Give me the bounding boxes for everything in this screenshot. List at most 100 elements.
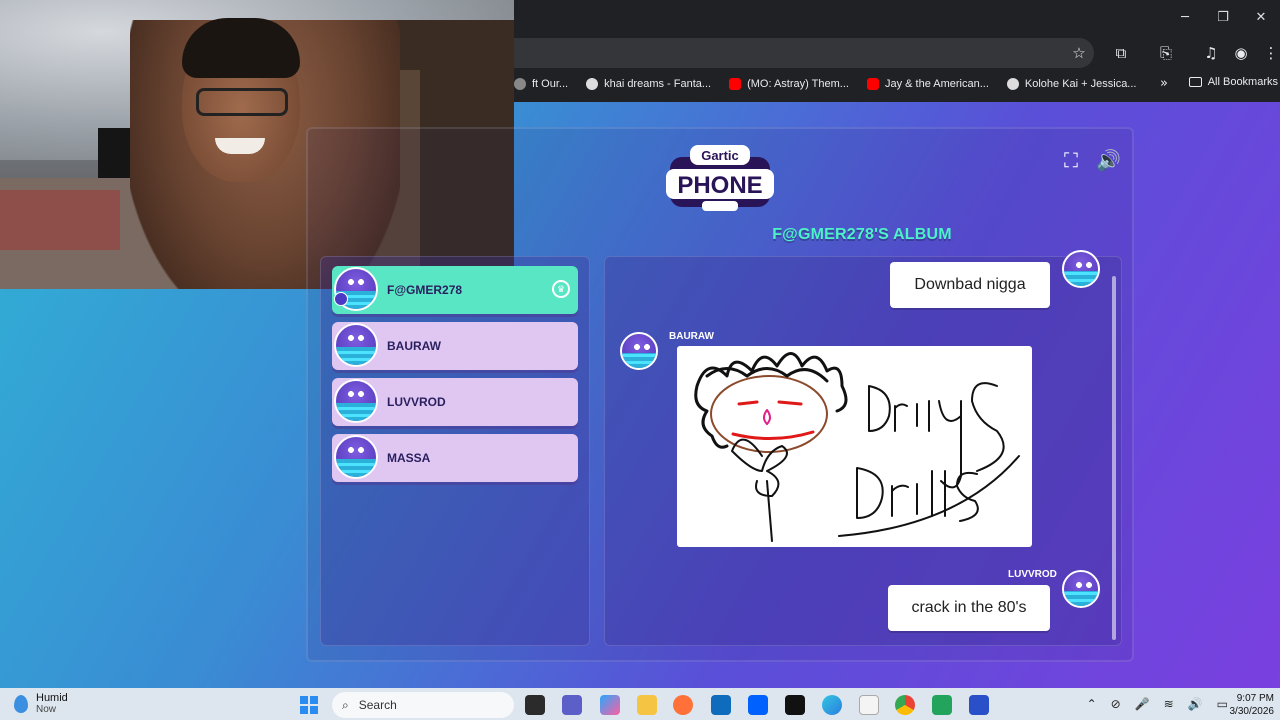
bookmark-label: khai dreams - Fanta... [604,78,712,90]
menu-icon[interactable]: ⋮ [1260,42,1280,64]
drawing-author: BAURAW [669,331,714,342]
copilot-icon[interactable] [600,695,620,715]
battery-icon[interactable]: ▭ [1217,697,1228,711]
more-bookmarks-icon[interactable]: » [1160,76,1168,91]
windows-start-icon[interactable] [300,696,318,714]
player-item[interactable]: BAURAW [332,322,578,370]
file-explorer-icon[interactable] [637,695,657,715]
teams-icon[interactable] [562,695,582,715]
drawing-canvas [694,352,1020,542]
logo-top-text: Gartic [701,148,739,163]
avatar [334,379,378,423]
avatar [1062,250,1100,288]
bookmark-label: ft Our... [532,78,569,90]
weather-subtitle: Now [36,704,57,715]
message-avatar [1062,570,1100,608]
youtube-icon [866,78,879,90]
avatar [620,332,658,370]
all-bookmarks-label: All Bookmarks [1207,76,1278,88]
extensions-icon[interactable]: ⧉ [1110,42,1132,64]
media-icon[interactable]: ♫ [1200,42,1222,64]
gartic-phone-logo: Gartic PHONE [666,145,774,211]
player-name: LUVVROD [387,395,446,409]
app-icon[interactable] [932,695,952,715]
edge-icon[interactable] [822,695,842,715]
webcam-hair [182,18,300,78]
search-icon: ⌕ [342,697,349,712]
album-message: Downbad nigga [890,262,1050,308]
task-view-icon[interactable] [525,695,545,715]
search-label: Search [358,698,397,712]
youtube-icon [729,78,742,90]
wifi-icon[interactable]: ≋ [1164,697,1174,711]
bookmark-item[interactable]: khai dreams - Fanta... [586,78,711,90]
system-tray: ⌃ ⊘ 🎤 ≋ 🔊 ▭ [1087,697,1228,711]
album-title: F@GMER278'S ALBUM [772,226,952,243]
bookmarks-bar: ft Our... khai dreams - Fanta... (MO: As… [514,72,1280,96]
mail-icon[interactable] [711,695,731,715]
bookmark-item[interactable]: (MO: Astray) Them... [729,78,849,90]
album-scrollbar[interactable] [1112,276,1116,640]
chrome-icon[interactable] [895,695,915,715]
clock-time: 9:07 PM [1236,693,1274,704]
message-author: LUVVROD [1008,569,1057,580]
player-item[interactable]: F@GMER278 ♛ [332,266,578,314]
player-name: MASSA [387,451,431,465]
bookmark-item[interactable]: Jay & the American... [866,78,989,90]
minimize-icon[interactable]: ─ [1166,0,1204,34]
message-text: crack in the 80's [911,599,1027,616]
browser-toolbar: ☆ ⧉ ⎘ ♫ ◉ ⋮ [514,38,1280,68]
player-name: BAURAW [387,339,441,353]
avatar [1062,570,1100,608]
host-icon [334,292,348,306]
avatar [334,323,378,367]
star-icon[interactable]: ☆ [1068,42,1090,64]
close-icon[interactable]: ✕ [1242,0,1280,34]
weather-widget[interactable]: Humid Now [14,692,68,715]
bookmark-label: (MO: Astray) Them... [747,78,849,90]
cast-icon[interactable]: ⎘ [1155,42,1177,64]
logo-bottom-text: PHONE [677,172,762,199]
volume-icon[interactable]: 🔊 [1188,697,1203,711]
taskbar-search[interactable]: ⌕ Search [332,692,514,718]
bookmark-favicon-icon [586,78,599,90]
crown-icon: ♛ [552,280,570,298]
player-item[interactable]: MASSA [332,434,578,482]
webcam-glasses [196,88,288,116]
tray-overflow-icon[interactable]: ⌃ [1087,697,1097,711]
address-bar[interactable] [514,38,1094,68]
bookmark-favicon-icon [1006,78,1019,90]
player-name: F@GMER278 [387,283,463,297]
bookmark-label: Kolohe Kai + Jessica... [1024,78,1137,90]
bookmark-label: Jay & the American... [884,78,989,90]
window-controls: ─ ❐ ✕ [1166,0,1280,34]
album-message: crack in the 80's [888,585,1050,631]
clock-date: 3/30/2026 [1229,706,1275,717]
webcam-blanket [0,190,120,250]
notion-icon[interactable] [785,695,805,715]
message-avatar [620,332,658,370]
bookmark-item[interactable]: ft Our... [514,78,568,90]
sound-icon[interactable]: 🔊 [1096,148,1121,172]
taskbar: Humid Now ⌕ Search ⌃ ⊘ 🎤 ≋ 🔊 ▭ 9:07 PM 3… [0,688,1280,720]
taskbar-clock[interactable]: 9:07 PM 3/30/2026 [1230,692,1275,718]
raindrop-icon [14,694,28,713]
firefox-icon[interactable] [673,695,693,715]
profile-icon[interactable]: ◉ [1230,42,1252,64]
app-icon[interactable] [969,695,989,715]
weather-title: Humid [36,692,68,704]
all-bookmarks-button[interactable]: All Bookmarks [1188,76,1278,88]
player-item[interactable]: LUVVROD [332,378,578,426]
restore-icon[interactable]: ❐ [1204,0,1242,34]
bookmark-item[interactable]: Kolohe Kai + Jessica... [1006,78,1137,90]
folder-icon [1188,77,1202,87]
hidden-icon[interactable]: ⊘ [1111,697,1121,711]
fullscreen-icon[interactable]: ⛶ [1064,148,1078,172]
message-avatar [1062,250,1100,288]
notepad-icon[interactable] [859,695,879,715]
dropbox-icon[interactable] [748,695,768,715]
avatar [334,435,378,479]
album-drawing [677,346,1032,547]
bookmark-favicon-icon [514,78,526,90]
microphone-icon[interactable]: 🎤 [1135,697,1150,711]
